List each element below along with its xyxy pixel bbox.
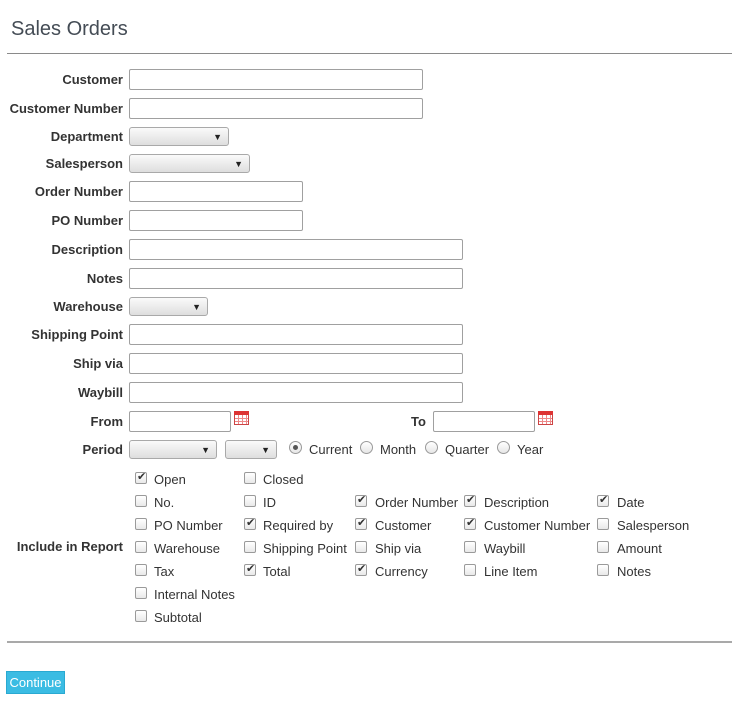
- checkbox-required-by-label: Required by: [263, 518, 334, 533]
- calendar-icon[interactable]: [538, 411, 553, 425]
- checkbox-salesperson[interactable]: [597, 518, 609, 530]
- checkbox-customer[interactable]: [355, 516, 367, 530]
- ship-via-label: Ship via: [73, 356, 123, 371]
- shipping-point-input[interactable]: [129, 324, 463, 345]
- to-label: To: [411, 414, 426, 429]
- radio-year-label: Year: [517, 442, 544, 457]
- checkbox-no-label: No.: [154, 495, 175, 510]
- checkbox-customer-number[interactable]: [464, 516, 476, 530]
- checkbox-notes-label: Notes: [617, 564, 651, 579]
- checkbox-id-label: ID: [263, 495, 276, 510]
- customer-number-input[interactable]: [129, 98, 423, 119]
- checkbox-internal-notes[interactable]: [135, 587, 147, 599]
- checkbox-order-number-label: Order Number: [375, 495, 459, 510]
- radio-month[interactable]: [360, 441, 373, 454]
- checkbox-ship-via-label: Ship via: [375, 541, 422, 556]
- customer-label: Customer: [62, 72, 123, 87]
- dropdown-arrow-icon: ▼: [201, 445, 210, 455]
- checkbox-customer-number-label: Customer Number: [484, 518, 591, 533]
- period-label: Period: [82, 442, 123, 457]
- dropdown-arrow-icon: ▼: [234, 159, 243, 169]
- po-number-label: PO Number: [51, 213, 123, 228]
- customer-number-label: Customer Number: [9, 101, 123, 116]
- checkbox-subtotal-label: Subtotal: [154, 610, 202, 625]
- period-year-select[interactable]: ▼: [225, 440, 277, 459]
- checkbox-shipping-point-label: Shipping Point: [263, 541, 347, 556]
- checkbox-waybill[interactable]: [464, 541, 476, 553]
- checkbox-notes[interactable]: [597, 564, 609, 576]
- from-label: From: [90, 414, 124, 429]
- salesperson-label: Salesperson: [45, 156, 123, 171]
- checkbox-required-by[interactable]: [244, 516, 256, 530]
- checkbox-ship-via[interactable]: [355, 541, 367, 553]
- checkbox-order-number[interactable]: [355, 493, 367, 507]
- checkbox-date[interactable]: [597, 493, 609, 507]
- footer-divider: [7, 641, 732, 643]
- shipping-point-label: Shipping Point: [31, 327, 123, 342]
- department-select[interactable]: ▼: [129, 127, 229, 146]
- dropdown-arrow-icon: ▼: [213, 132, 222, 142]
- checkbox-no[interactable]: [135, 495, 147, 507]
- radio-quarter[interactable]: [425, 441, 438, 454]
- page-title: Sales Orders: [11, 18, 128, 40]
- checkbox-po-number[interactable]: [135, 518, 147, 530]
- notes-label: Notes: [86, 271, 123, 286]
- checkbox-closed[interactable]: [244, 472, 256, 484]
- checkbox-currency[interactable]: [355, 562, 367, 576]
- checkbox-currency-label: Currency: [375, 564, 428, 579]
- radio-current[interactable]: [289, 441, 302, 454]
- checkbox-po-number-label: PO Number: [154, 518, 223, 533]
- checkbox-total[interactable]: [244, 562, 256, 576]
- checkbox-total-label: Total: [263, 564, 291, 579]
- warehouse-label: Warehouse: [53, 299, 123, 314]
- checkbox-amount[interactable]: [597, 541, 609, 553]
- radio-current-label: Current: [309, 442, 353, 457]
- description-input[interactable]: [129, 239, 463, 260]
- checkbox-tax-label: Tax: [154, 564, 175, 579]
- notes-input[interactable]: [129, 268, 463, 289]
- checkbox-tax[interactable]: [135, 564, 147, 576]
- order-number-label: Order Number: [34, 184, 123, 199]
- checkbox-line-item-label: Line Item: [484, 564, 538, 579]
- salesperson-select[interactable]: ▼: [129, 154, 250, 173]
- checkbox-amount-label: Amount: [617, 541, 662, 556]
- checkbox-internal-notes-label: Internal Notes: [154, 587, 235, 602]
- checkbox-open-label: Open: [154, 472, 186, 487]
- waybill-label: Waybill: [77, 385, 123, 400]
- checkbox-line-item[interactable]: [464, 564, 476, 576]
- po-number-input[interactable]: [129, 210, 303, 231]
- include-in-report-label: Include in Report: [16, 539, 123, 554]
- checkbox-open[interactable]: [135, 470, 147, 484]
- waybill-input[interactable]: [129, 382, 463, 403]
- checkbox-waybill-label: Waybill: [484, 541, 526, 556]
- checkbox-date-label: Date: [617, 495, 645, 510]
- continue-button[interactable]: Continue: [6, 671, 65, 694]
- dropdown-arrow-icon: ▼: [192, 302, 201, 312]
- radio-year[interactable]: [497, 441, 510, 454]
- checkbox-salesperson-label: Salesperson: [617, 518, 690, 533]
- checkbox-warehouse[interactable]: [135, 541, 147, 553]
- department-label: Department: [50, 129, 123, 144]
- checkbox-customer-label: Customer: [375, 518, 432, 533]
- header-divider: [7, 53, 732, 54]
- checkbox-description-label: Description: [484, 495, 550, 510]
- customer-input[interactable]: [129, 69, 423, 90]
- checkbox-subtotal[interactable]: [135, 610, 147, 622]
- checkbox-warehouse-label: Warehouse: [154, 541, 220, 556]
- ship-via-input[interactable]: [129, 353, 463, 374]
- checkbox-shipping-point[interactable]: [244, 541, 256, 553]
- warehouse-select[interactable]: ▼: [129, 297, 208, 316]
- radio-quarter-label: Quarter: [445, 442, 490, 457]
- checkbox-description[interactable]: [464, 493, 476, 507]
- description-label: Description: [51, 242, 123, 257]
- radio-month-label: Month: [380, 442, 417, 457]
- calendar-icon[interactable]: [234, 411, 249, 425]
- to-date-input[interactable]: [433, 411, 535, 432]
- checkbox-id[interactable]: [244, 495, 256, 507]
- order-number-input[interactable]: [129, 181, 303, 202]
- from-date-input[interactable]: [129, 411, 231, 432]
- checkbox-closed-label: Closed: [263, 472, 304, 487]
- dropdown-arrow-icon: ▼: [261, 445, 270, 455]
- period-month-select[interactable]: ▼: [129, 440, 217, 459]
